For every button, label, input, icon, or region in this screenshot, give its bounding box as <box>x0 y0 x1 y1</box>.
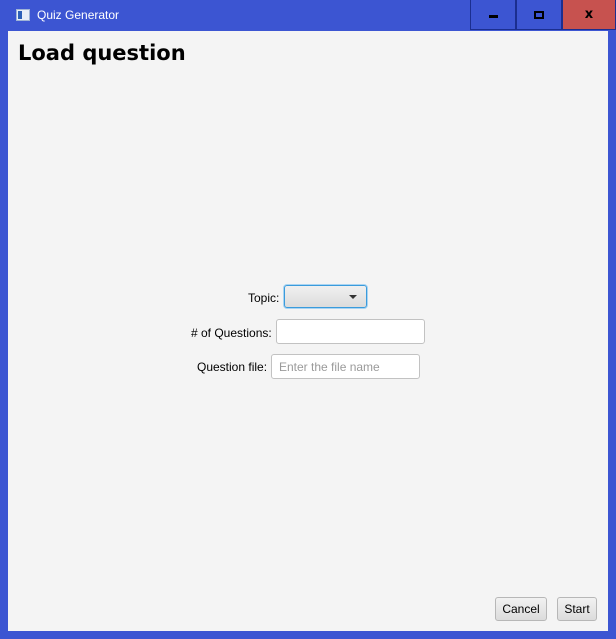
question-file-label: Question file: <box>197 360 268 374</box>
minimize-icon <box>488 15 498 18</box>
close-icon: x <box>584 7 594 22</box>
question-file-input[interactable] <box>271 354 420 379</box>
app-window: Quiz Generator x Load question Topic: # … <box>0 0 616 639</box>
chevron-down-icon <box>349 295 357 299</box>
close-button[interactable]: x <box>562 0 616 30</box>
minimize-button[interactable] <box>470 0 516 30</box>
page-title: Load question <box>18 41 186 65</box>
content-area: Load question Topic: # of Questions: Que… <box>8 31 608 631</box>
topic-label: Topic: <box>248 291 280 305</box>
num-questions-label: # of Questions: <box>191 326 272 340</box>
window-app-icon <box>16 9 30 21</box>
topic-select[interactable] <box>284 285 367 308</box>
window-title: Quiz Generator <box>37 8 120 22</box>
start-button[interactable]: Start <box>557 597 597 621</box>
title-bar[interactable]: Quiz Generator x <box>0 0 616 31</box>
num-questions-input[interactable] <box>276 319 425 344</box>
maximize-icon <box>534 10 544 19</box>
cancel-button[interactable]: Cancel <box>495 597 547 621</box>
maximize-button[interactable] <box>516 0 562 30</box>
